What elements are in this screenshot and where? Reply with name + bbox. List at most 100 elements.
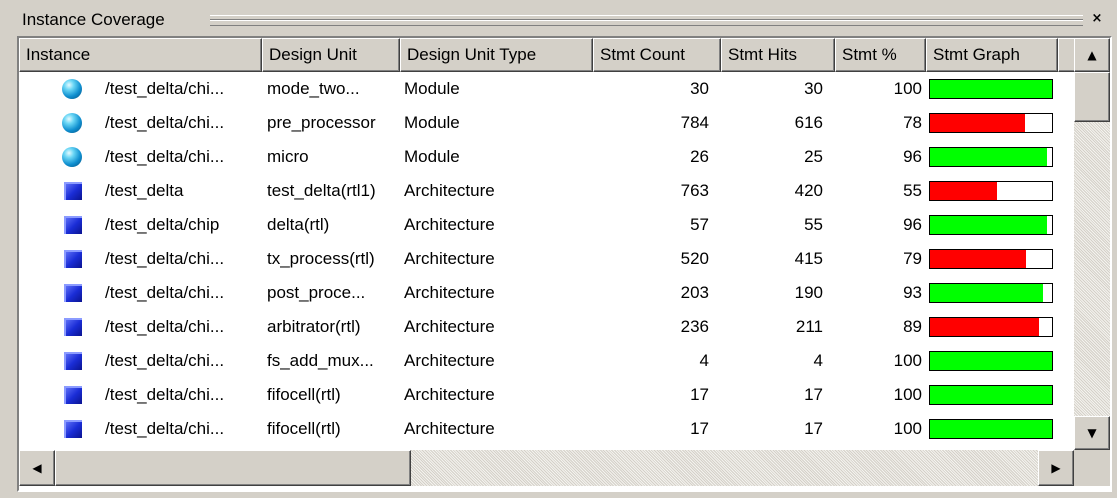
table-row[interactable]: /test_delta/chi... mode_two... Module 30 30 1…	[19, 72, 1074, 106]
cell-design-unit-type: Architecture	[404, 351, 495, 370]
cell-stmt-hits: 4	[813, 351, 823, 370]
vertical-scroll-thumb[interactable]	[1074, 72, 1110, 122]
coverage-bar	[929, 79, 1053, 99]
cell-instance: /test_delta/chi...	[105, 147, 225, 166]
coverage-bar-fill	[930, 318, 1039, 336]
cell-design-unit: micro	[267, 147, 309, 166]
cell-design-unit: fs_add_mux...	[267, 351, 374, 370]
architecture-icon	[64, 284, 82, 302]
coverage-bar-fill	[930, 148, 1048, 166]
cell-stmt-hits: 211	[795, 317, 823, 336]
coverage-bar	[929, 215, 1053, 235]
coverage-bar	[929, 147, 1053, 167]
cell-instance: /test_delta	[105, 181, 184, 200]
table-row[interactable]: /test_delta/chi... micro Module 26 25 96	[19, 140, 1074, 174]
cell-design-unit-type: Architecture	[404, 419, 495, 438]
coverage-bar	[929, 181, 1053, 201]
cell-stmt-hits: 55	[804, 215, 823, 234]
table-row[interactable]: /test_delta test_delta(rtl1) Architecture 7…	[19, 174, 1074, 208]
module-icon	[62, 113, 82, 133]
table-row[interactable]: /test_delta/chi... post_proce... Architect…	[19, 276, 1074, 310]
vertical-scrollbar[interactable]: ▲ ▼	[1074, 38, 1110, 450]
column-header-stmt-hits[interactable]: Stmt Hits	[721, 38, 835, 72]
module-icon	[62, 147, 82, 167]
column-header-design-unit[interactable]: Design Unit	[262, 38, 400, 72]
coverage-bar	[929, 113, 1053, 133]
cell-instance: /test_delta/chi...	[105, 79, 225, 98]
cell-instance: /test_delta/chi...	[105, 419, 225, 438]
cell-stmt-pct: 100	[893, 385, 922, 404]
cell-instance: /test_delta/chi...	[105, 351, 225, 370]
cell-stmt-hits: 25	[804, 147, 823, 166]
coverage-bar-fill	[930, 420, 1052, 438]
cell-design-unit: test_delta(rtl1)	[267, 181, 376, 200]
coverage-bar-fill	[930, 114, 1026, 132]
cell-design-unit-type: Module	[404, 147, 460, 166]
cell-instance: /test_delta/chi...	[105, 283, 225, 302]
coverage-bar-fill	[930, 284, 1044, 302]
column-header-design-unit-type[interactable]: Design Unit Type	[400, 38, 593, 72]
table-row[interactable]: /test_delta/chip delta(rtl) Architecture 57…	[19, 208, 1074, 242]
cell-stmt-pct: 79	[903, 249, 922, 268]
column-header-instance[interactable]: Instance	[19, 38, 262, 72]
column-header-stmt-pct[interactable]: Stmt %	[835, 38, 926, 72]
cell-design-unit: post_proce...	[267, 283, 366, 302]
cell-stmt-count: 520	[680, 249, 709, 268]
coverage-bar	[929, 419, 1053, 439]
column-header-next[interactable]	[1058, 38, 1074, 72]
cell-stmt-pct: 100	[893, 79, 922, 98]
cell-stmt-count: 17	[690, 419, 709, 438]
column-header-stmt-graph[interactable]: Stmt Graph	[926, 38, 1058, 72]
cell-stmt-count: 784	[680, 113, 709, 132]
cell-stmt-pct: 55	[903, 181, 922, 200]
cell-instance: /test_delta/chi...	[105, 385, 225, 404]
cell-stmt-hits: 17	[804, 385, 823, 404]
table-header: Instance Design Unit Design Unit Type St…	[19, 38, 1074, 72]
cell-design-unit: mode_two...	[267, 79, 360, 98]
cell-design-unit-type: Architecture	[404, 181, 495, 200]
cell-instance: /test_delta/chi...	[105, 113, 225, 132]
table-row[interactable]: /test_delta/chi... fifocell(rtl) Architect…	[19, 378, 1074, 412]
panel-drag-grip[interactable]	[210, 15, 1083, 26]
module-icon	[62, 79, 82, 99]
coverage-bar-fill	[930, 182, 998, 200]
cell-stmt-hits: 616	[794, 113, 823, 132]
cell-instance: /test_delta/chi...	[105, 249, 225, 268]
panel-titlebar: Instance Coverage ×	[14, 9, 1107, 31]
column-header-stmt-count[interactable]: Stmt Count	[593, 38, 721, 72]
scroll-left-icon[interactable]: ◀	[19, 450, 55, 486]
cell-design-unit-type: Architecture	[404, 317, 495, 336]
scroll-up-icon[interactable]: ▲	[1074, 38, 1110, 72]
cell-stmt-pct: 96	[903, 147, 922, 166]
scroll-down-icon[interactable]: ▼	[1074, 416, 1110, 450]
cell-stmt-pct: 100	[893, 351, 922, 370]
table-row[interactable]: /test_delta/chi... fs_add_mux... Architect…	[19, 344, 1074, 378]
scroll-right-icon[interactable]: ▶	[1038, 450, 1074, 486]
scrollbar-corner	[1074, 450, 1110, 486]
horizontal-scroll-thumb[interactable]	[55, 450, 411, 486]
horizontal-scrollbar[interactable]: ◀ ▶	[19, 450, 1074, 486]
cell-stmt-hits: 190	[794, 283, 823, 302]
cell-design-unit-type: Module	[404, 79, 460, 98]
table-row[interactable]: /test_delta/chi... fifocell(rtl) Architect…	[19, 412, 1074, 446]
cell-stmt-count: 30	[690, 79, 709, 98]
table-row[interactable]: /test_delta/chi... arbitrator(rtl) Archite…	[19, 310, 1074, 344]
coverage-bar	[929, 351, 1053, 371]
cell-design-unit: delta(rtl)	[267, 215, 330, 234]
cell-design-unit: fifocell(rtl)	[267, 385, 341, 404]
architecture-icon	[64, 318, 82, 336]
cell-design-unit-type: Module	[404, 113, 460, 132]
table-row[interactable]: /test_delta/chi... pre_processor Module 784…	[19, 106, 1074, 140]
cell-instance: /test_delta/chip	[105, 215, 220, 234]
cell-design-unit-type: Architecture	[404, 283, 495, 302]
cell-design-unit: arbitrator(rtl)	[267, 317, 361, 336]
architecture-icon	[64, 352, 82, 370]
cell-stmt-count: 4	[699, 351, 709, 370]
cell-design-unit: fifocell(rtl)	[267, 419, 341, 438]
cell-stmt-count: 203	[680, 283, 709, 302]
table-row[interactable]: /test_delta/chi... tx_process(rtl) Archite…	[19, 242, 1074, 276]
cell-stmt-count: 236	[680, 317, 709, 336]
coverage-bar-fill	[930, 250, 1027, 268]
cell-stmt-hits: 415	[794, 249, 823, 268]
close-icon[interactable]: ×	[1089, 10, 1105, 27]
